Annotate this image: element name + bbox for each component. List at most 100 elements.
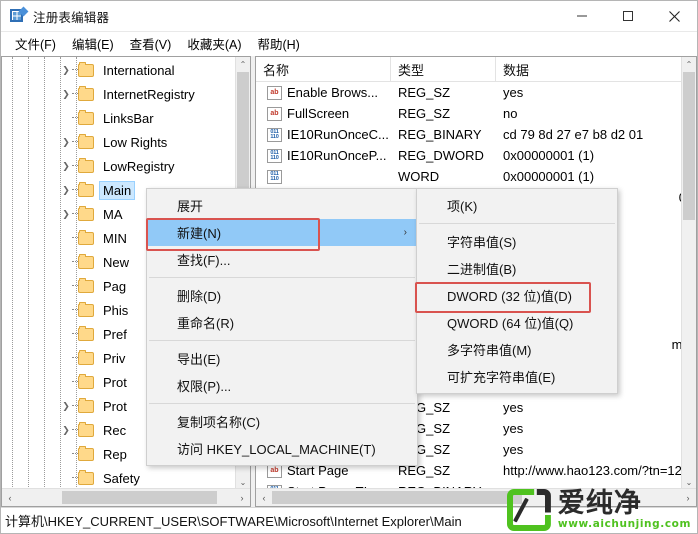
submenu-qword-64[interactable]: QWORD (64 位)值(Q) <box>417 309 617 336</box>
column-header-name[interactable]: 名称 <box>256 57 391 81</box>
chevron-right-icon[interactable]: ❯ <box>60 65 72 75</box>
ctx-goto-hklm-label: 访问 HKEY_LOCAL_MACHINE(T) <box>177 442 376 457</box>
table-row[interactable]: ab FullScreen REG_SZ no <box>256 103 682 124</box>
ctx-delete-label: 删除(D) <box>177 289 222 304</box>
tree-item-label: New <box>103 254 130 270</box>
tree-scroll-thumb[interactable] <box>237 72 249 192</box>
submenu-expandable-string-value[interactable]: 可扩充字符串值(E) <box>417 363 617 390</box>
folder-icon <box>78 181 94 197</box>
chevron-right-icon[interactable]: ❯ <box>60 161 72 171</box>
list-scroll-down-icon[interactable]: ⌄ <box>682 475 696 489</box>
ctx-export-label: 导出(E) <box>177 352 221 367</box>
tree-item[interactable]: ❯ International <box>2 58 236 82</box>
list-header: 名称 类型 数据 <box>256 57 696 82</box>
submenu-key[interactable]: 项(K) <box>417 192 617 219</box>
list-scroll-thumb[interactable] <box>683 72 695 220</box>
chevron-right-icon[interactable]: ❯ <box>60 425 72 435</box>
list-hscroll-thumb[interactable] <box>272 491 522 504</box>
chevron-right-icon[interactable]: ❯ <box>60 209 72 219</box>
scroll-right-icon[interactable]: › <box>234 493 250 503</box>
cell-data: cd 79 8d 27 e7 b8 d2 01 <box>503 127 644 142</box>
submenu-multi-string-value[interactable]: 多字符串值(M) <box>417 336 617 363</box>
folder-icon <box>78 133 94 149</box>
tree-hscroll-track[interactable] <box>18 490 234 505</box>
submenu-binary-value[interactable]: 二进制值(B) <box>417 255 617 282</box>
submenu-dword-32-label: DWORD (32 位)值(D) <box>447 289 572 304</box>
list-scroll-up-icon[interactable]: ⌃ <box>682 57 696 71</box>
list-scroll-left-icon[interactable]: ‹ <box>256 493 272 503</box>
column-header-type[interactable]: 类型 <box>391 57 496 81</box>
tree-item-label: Pag <box>103 278 127 294</box>
ctx-rename[interactable]: 重命名(R) <box>147 309 417 336</box>
tree-hscroll-thumb[interactable] <box>62 491 217 504</box>
chevron-right-icon[interactable]: ❯ <box>60 185 72 195</box>
menu-help[interactable]: 帮助(H) <box>249 32 307 55</box>
ctx-find[interactable]: 查找(F)... <box>147 246 417 273</box>
submenu-dword-32[interactable]: DWORD (32 位)值(D) <box>417 282 617 309</box>
table-row[interactable]: ab Enable Brows... REG_SZ yes <box>256 82 682 103</box>
scroll-up-icon[interactable]: ⌃ <box>236 57 250 71</box>
folder-icon <box>78 301 94 317</box>
status-path: 计算机\HKEY_CURRENT_USER\SOFTWARE\Microsoft… <box>5 514 462 529</box>
menu-file[interactable]: 文件(F) <box>7 32 64 55</box>
tree-item-label: Prot <box>103 374 127 390</box>
chevron-right-icon[interactable]: ❯ <box>60 401 72 411</box>
tree-item-label: International <box>103 62 175 78</box>
folder-icon <box>78 85 94 101</box>
tree-item[interactable]: ❯ LowRegistry <box>2 154 236 178</box>
context-menu[interactable]: 展开新建(N) › 查找(F)... 删除(D) 重命名(R) 导出(E) 权限(P)...… <box>146 188 418 466</box>
tree-item-label: MIN <box>103 230 127 246</box>
folder-icon <box>78 445 94 461</box>
ctx-expand-label: 展开 <box>177 199 204 214</box>
list-vertical-scrollbar[interactable]: ⌃ ⌄ <box>681 57 696 489</box>
table-row[interactable]: 011 110 IE10RunOnceP... REG_DWORD 0x00000001… <box>256 145 682 166</box>
window-controls <box>559 1 697 31</box>
menu-separator <box>149 340 415 341</box>
tree-horizontal-scrollbar[interactable]: ‹ › <box>2 488 250 506</box>
cell-name-text: IE10RunOnceC... <box>287 127 389 142</box>
tree-item[interactable]: LinksBar <box>2 106 236 130</box>
table-row[interactable]: 011 110 IE10RunOnceC... REG_BINARY cd 79 8d … <box>256 124 682 145</box>
menu-view[interactable]: 查看(V) <box>122 32 180 55</box>
ctx-export[interactable]: 导出(E) <box>147 345 417 372</box>
tree-item[interactable]: ❯ InternetRegistry <box>2 82 236 106</box>
tree-item-label: Safety <box>103 470 140 486</box>
ctx-goto-hklm[interactable]: 访问 HKEY_LOCAL_MACHINE(T) <box>147 435 417 462</box>
menu-favorites[interactable]: 收藏夹(A) <box>179 32 249 55</box>
scroll-left-icon[interactable]: ‹ <box>2 493 18 503</box>
menu-separator <box>149 403 415 404</box>
chevron-right-icon[interactable]: ❯ <box>60 89 72 99</box>
new-submenu[interactable]: 项(K) 字符串值(S) 二进制值(B) DWORD (32 位)值(D) QWORD … <box>416 188 618 394</box>
folder-icon <box>78 109 94 125</box>
folder-icon <box>78 229 94 245</box>
folder-icon <box>78 397 94 413</box>
ctx-copy-key-name[interactable]: 复制项名称(C) <box>147 408 417 435</box>
ctx-delete[interactable]: 删除(D) <box>147 282 417 309</box>
tree-item-label: Phis <box>103 302 129 318</box>
scroll-down-icon[interactable]: ⌄ <box>236 475 250 489</box>
ctx-copy-key-name-label: 复制项名称(C) <box>177 415 261 430</box>
cell-type: REG_SZ <box>398 85 451 100</box>
cell-data: yes <box>503 400 524 415</box>
tree-item-label: Priv <box>103 350 126 366</box>
tree-item[interactable]: ❯ Low Rights <box>2 130 236 154</box>
folder-icon <box>78 349 94 365</box>
minimize-button[interactable] <box>559 1 605 31</box>
ctx-expand[interactable]: 展开 <box>147 192 417 219</box>
maximize-button[interactable] <box>605 1 651 31</box>
ctx-new[interactable]: 新建(N) › <box>147 219 417 246</box>
menu-edit[interactable]: 编辑(E) <box>64 32 122 55</box>
tree-item[interactable]: Safety <box>2 466 236 489</box>
title-bar: 注册表编辑器 <box>1 1 697 32</box>
cell-type: REG_SZ <box>398 106 451 121</box>
chevron-right-icon[interactable]: ❯ <box>60 137 72 147</box>
ctx-permissions[interactable]: 权限(P)... <box>147 372 417 399</box>
tree-item-label: Low Rights <box>103 134 168 150</box>
folder-icon <box>78 253 94 269</box>
binary-value-icon: 011110 <box>267 169 282 184</box>
close-button[interactable] <box>651 1 697 31</box>
table-row[interactable]: 011 110 WORD 0x00000001 (1) <box>256 166 682 187</box>
watermark: 爱纯净 www.aichunjing.com <box>506 489 691 531</box>
submenu-string-value[interactable]: 字符串值(S) <box>417 228 617 255</box>
column-header-data[interactable]: 数据 <box>496 57 696 81</box>
